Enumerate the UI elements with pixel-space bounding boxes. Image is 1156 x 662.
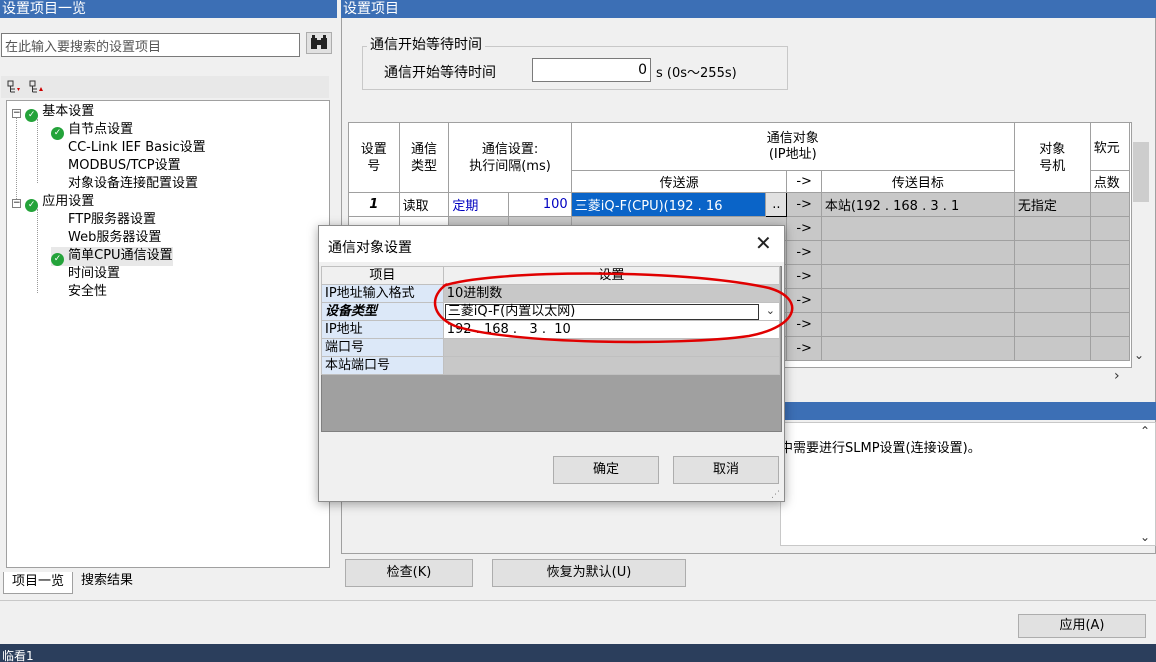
ok-button[interactable]: 确定 [553, 456, 659, 484]
table-row: 1 读取 定期 100 三菱iQ-F(CPU)(192 . 16 .. -> 本… [349, 192, 1131, 217]
dialog-row-label: IP地址输入格式 [321, 284, 444, 303]
tree-item-web[interactable]: Web服务器设置 [68, 229, 161, 247]
dialog-row-label: 本站端口号 [321, 356, 444, 375]
header-setting: 通信设置: 执行间隔(ms) [448, 123, 572, 193]
header-source: 传送源 [570, 170, 788, 193]
search-input[interactable]: 在此输入要搜索的设置项目 [1, 33, 300, 57]
tree-item-cclink[interactable]: CC-Link IEF Basic设置 [68, 139, 206, 157]
header-dest: 传送目标 [820, 170, 1015, 193]
bottom-divider [0, 600, 1156, 601]
tree-toolbar [1, 76, 329, 98]
scroll-down-icon[interactable]: ⌄ [1134, 348, 1144, 362]
check-button[interactable]: 检查(K) [345, 559, 473, 587]
wait-group-title: 通信开始等待时间 [367, 37, 485, 53]
wait-input[interactable]: 0 [532, 58, 651, 82]
check-icon: ✓ [51, 253, 64, 266]
row-obj: 无指定 [1013, 192, 1091, 217]
tree-item-basic[interactable]: − ✓ 基本设置 [12, 103, 94, 122]
close-icon[interactable]: ✕ [755, 232, 772, 254]
description-scroll-up-icon[interactable]: ⌃ [1140, 424, 1150, 438]
tree-item-app[interactable]: − ✓ 应用设置 [12, 193, 94, 212]
check-icon: ✓ [25, 109, 39, 122]
row-arrow: -> [786, 192, 822, 217]
header-target: 通信对象 (IP地址) [570, 123, 1015, 171]
tree-item-self-node[interactable]: ✓ 自节点设置 [51, 121, 133, 140]
dialog-row-label: 端口号 [321, 338, 444, 357]
expand-all-icon[interactable] [7, 80, 21, 94]
row-no: 1 [349, 192, 400, 217]
cancel-button[interactable]: 取消 [673, 456, 779, 484]
wait-unit: s (0s～255s) [656, 66, 737, 81]
row-points [1089, 192, 1131, 217]
table-row: 本站端口号 [321, 356, 781, 375]
resize-grip-icon[interactable]: ⋰ [771, 490, 780, 500]
tree-label: 基本设置 [42, 104, 95, 119]
settings-tree: − ✓ 基本设置 ✓ 自节点设置 CC-Link IEF Basic设置 MOD… [6, 100, 330, 568]
tree-label: 简单CPU通信设置 [68, 248, 173, 263]
tree-item-target-conn[interactable]: 对象设备连接配置设置 [68, 175, 198, 193]
scroll-right-icon[interactable]: › [1114, 368, 1120, 384]
red-annotation-ellipse [433, 272, 794, 344]
tree-item-time[interactable]: 时间设置 [68, 265, 120, 283]
status-bar [0, 644, 1156, 662]
row-source-ellipsis-button[interactable]: .. [765, 192, 788, 217]
row-interval[interactable]: 100 [508, 192, 572, 217]
dialog-row-label: 设备类型 [321, 302, 444, 321]
header-no: 设置号 [349, 123, 400, 193]
header-obj: 对象 号机 [1013, 123, 1091, 193]
tree-item-simple-cpu[interactable]: ✓ 简单CPU通信设置 [51, 247, 173, 266]
tab-project-list[interactable]: 项目一览 [3, 572, 73, 594]
collapse-icon[interactable]: − [12, 199, 21, 208]
header-points: 点数 [1089, 170, 1131, 193]
tree-label: 自节点设置 [68, 122, 134, 137]
dialog-row-label: IP地址 [321, 320, 444, 339]
header-arrow: -> [786, 170, 822, 193]
collapse-icon[interactable]: − [12, 109, 21, 118]
header-soft: 软元 [1089, 123, 1131, 171]
tree-label: 应用设置 [42, 194, 95, 209]
apply-button[interactable]: 应用(A) [1018, 614, 1146, 638]
description-header [780, 402, 1156, 420]
row-source[interactable]: 三菱iQ-F(CPU)(192 . 16 [570, 192, 767, 217]
row-dest: 本站(192 . 168 . 3 . 1 [820, 192, 1015, 217]
wait-label: 通信开始等待时间 [384, 65, 496, 81]
tab-search-results[interactable]: 搜索结果 [74, 572, 140, 592]
dialog-col-item: 项目 [321, 266, 444, 285]
tree-item-modbus[interactable]: MODBUS/TCP设置 [68, 157, 181, 175]
tree-item-security[interactable]: 安全性 [68, 283, 107, 301]
header-type: 通信 类型 [398, 123, 450, 193]
collapse-all-icon[interactable] [29, 80, 45, 94]
row-arrow: -> [786, 216, 822, 241]
check-icon: ✓ [51, 127, 64, 140]
search-placeholder: 在此输入要搜索的设置项目 [5, 40, 162, 55]
description-text: 中需要进行SLMP设置(连接设置)。 [780, 441, 981, 456]
restore-default-button[interactable]: 恢复为默认(U) [492, 559, 686, 587]
left-panel-title: 设置项目一览 [0, 0, 337, 18]
check-icon: ✓ [25, 199, 39, 212]
search-button[interactable] [306, 32, 332, 54]
row-mode[interactable]: 定期 [448, 192, 510, 217]
tree-item-ftp[interactable]: FTP服务器设置 [68, 211, 156, 229]
status-text: 临看1 [2, 650, 34, 662]
dialog-title: 通信对象设置 [328, 240, 412, 256]
table-vertical-scrollbar[interactable]: ⌄ [1132, 122, 1150, 368]
binoculars-icon [311, 35, 327, 49]
right-panel-title: 设置项目 [341, 0, 1156, 18]
scroll-thumb[interactable] [1133, 142, 1149, 202]
communication-target-dialog: 通信对象设置 ✕ 项目 设置 IP地址输入格式 10进制数 设备类型 三菱iQ-… [318, 225, 794, 502]
row-type[interactable]: 读取 [398, 192, 450, 217]
dialog-row-value [442, 356, 781, 375]
row-arrow: -> [786, 240, 822, 265]
description-scroll-down-icon[interactable]: ⌄ [1140, 530, 1150, 544]
